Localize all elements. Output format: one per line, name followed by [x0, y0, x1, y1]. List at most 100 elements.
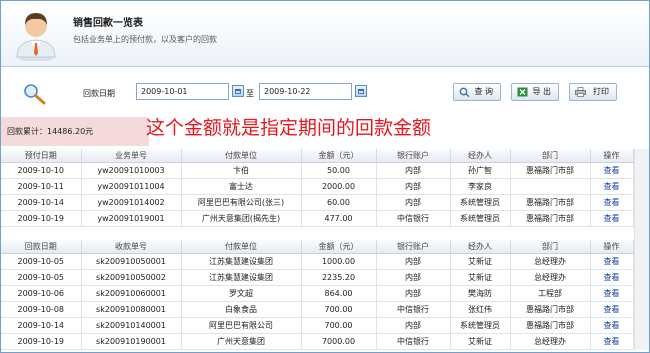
table-cell: 内部	[376, 194, 451, 211]
query-button-label: 查 询	[474, 87, 493, 96]
search-icon	[459, 87, 470, 97]
table-cell: 张红伟	[450, 301, 511, 318]
column-header: 操作	[590, 240, 634, 254]
table-cell: 内部	[376, 269, 451, 286]
column-header: 银行账户	[376, 240, 451, 254]
table-header-row: 预付日期 业务单号 付款单位 金额（元） 银行账户 经办人 部门 操作	[1, 149, 634, 163]
table-cell: 樊海防	[450, 285, 511, 302]
table-cell: 内部	[376, 317, 451, 334]
table-row: 2009-10-14 sk200910140001 阿里巴巴有限公司 700.00 内部…	[1, 317, 634, 334]
column-header: 付款单位	[181, 240, 302, 254]
table-cell: 卞伯	[181, 162, 302, 179]
view-link[interactable]: 查看	[590, 333, 634, 350]
table-cell: 李家良	[450, 178, 511, 195]
table-cell: 2009-10-10	[1, 162, 82, 179]
table-cell: 富士达	[181, 178, 302, 195]
end-date-input[interactable]	[259, 83, 352, 100]
view-link[interactable]: 查看	[590, 178, 634, 195]
table-cell: 惠福路门市部	[510, 210, 591, 227]
table-cell: sk200910080001	[81, 301, 182, 318]
export-button-label: 导 出	[532, 87, 551, 96]
table-header-row: 回款日期 收款单号 付款单位 金额（元） 银行账户 经办人 部门 操作	[1, 240, 634, 254]
export-button[interactable]: 导 出	[511, 83, 559, 101]
page-header: 销售回款一览表 包括业务单上的预付款，以及客户的回款	[1, 1, 649, 67]
table-cell: 7000.00	[301, 333, 377, 350]
print-button-label: 打印	[593, 87, 609, 96]
table-row: 2009-10-05 sk200910050001 江苏集慧建设集团 1000.00 内…	[1, 253, 634, 270]
user-avatar-icon	[16, 13, 56, 61]
prepayment-table: 预付日期 业务单号 付款单位 金额（元） 银行账户 经办人 部门 操作 2009-10-10 y…	[1, 149, 634, 227]
print-button[interactable]: 打印	[569, 83, 617, 101]
table-cell: 惠福路门市部	[510, 194, 591, 211]
table-cell: 江苏集慧建设集团	[181, 269, 302, 286]
table-cell: 惠福路门市部	[510, 301, 591, 318]
table-cell: 700.00	[301, 317, 377, 334]
end-calendar-icon[interactable]	[355, 85, 367, 97]
table-cell: 内部	[376, 162, 451, 179]
table-cell: 罗文超	[181, 285, 302, 302]
view-link[interactable]: 查看	[590, 269, 634, 286]
annotation-text: 这个金额就是指定期间的回款金额	[146, 117, 432, 139]
column-header: 部门	[510, 149, 591, 163]
column-header: 经办人	[450, 149, 511, 163]
table-cell: 2009-10-19	[1, 333, 82, 350]
view-link[interactable]: 查看	[590, 301, 634, 318]
summary-bar: 回款累计：14486.20元	[1, 117, 149, 146]
table-cell: 惠福路门市部	[510, 162, 591, 179]
table-cell: 总经理办	[510, 253, 591, 270]
view-link[interactable]: 查看	[590, 285, 634, 302]
page-subtitle: 包括业务单上的预付款，以及客户的回款	[73, 35, 217, 44]
table-cell: 广州天意集团(揭先生)	[181, 210, 302, 227]
view-link[interactable]: 查看	[590, 317, 634, 334]
column-header: 操作	[590, 149, 634, 163]
date-range-label: 回款日期	[83, 89, 115, 98]
table-cell: 内部	[376, 253, 451, 270]
total-receipts-text: 回款累计：14486.20元	[7, 127, 94, 136]
table-cell: 2009-10-19	[1, 210, 82, 227]
table-cell: 白象食品	[181, 301, 302, 318]
table-cell: 总经理办	[510, 269, 591, 286]
table-cell: 系统管理员	[450, 210, 511, 227]
table-row: 2009-10-11 yw20091011004 富士达 2000.00 内部 李家良 查看	[1, 178, 634, 195]
table-cell: sk200910050002	[81, 269, 182, 286]
view-link[interactable]: 查看	[590, 162, 634, 179]
column-header: 经办人	[450, 240, 511, 254]
table-cell: 中信银行	[376, 301, 451, 318]
table-cell: 孙广智	[450, 162, 511, 179]
table-cell: 广州天意集团	[181, 333, 302, 350]
table-cell: 1000.00	[301, 253, 377, 270]
table-cell: 艾新证	[450, 333, 511, 350]
column-header: 金额（元）	[301, 149, 377, 163]
table-cell: 艾新证	[450, 269, 511, 286]
view-link[interactable]: 查看	[590, 194, 634, 211]
table-cell: 阿里巴巴有限公司	[181, 317, 302, 334]
query-button[interactable]: 查 询	[453, 83, 501, 101]
column-header: 业务单号	[81, 149, 182, 163]
table-cell: 2009-10-14	[1, 194, 82, 211]
start-date-input[interactable]	[136, 83, 229, 100]
table-cell: 内部	[376, 178, 451, 195]
start-calendar-icon[interactable]	[232, 85, 244, 97]
table-row: 2009-10-19 sk200910190001 广州天意集团 7000.00 中信银…	[1, 333, 634, 350]
column-header: 收款单号	[81, 240, 182, 254]
table-cell: sk200910190001	[81, 333, 182, 350]
table-cell: 477.00	[301, 210, 377, 227]
column-header: 回款日期	[1, 240, 82, 254]
printer-icon	[575, 87, 586, 97]
view-link[interactable]: 查看	[590, 253, 634, 270]
table-cell: 700.00	[301, 301, 377, 318]
table-cell: yw20091014002	[81, 194, 182, 211]
table-cell: 中信银行	[376, 210, 451, 227]
table-cell	[510, 178, 591, 195]
table-cell: 2009-10-05	[1, 269, 82, 286]
table-cell: sk200910050001	[81, 253, 182, 270]
column-header: 付款单位	[181, 149, 302, 163]
table-cell: 50.00	[301, 162, 377, 179]
column-header: 金额（元）	[301, 240, 377, 254]
vertical-scrollbar[interactable]	[634, 149, 649, 350]
view-link[interactable]: 查看	[590, 210, 634, 227]
table-cell: yw20091011004	[81, 178, 182, 195]
table-cell: 系统管理员	[450, 194, 511, 211]
table-row: 2009-10-10 yw20091010003 卞伯 50.00 内部 孙广智 惠福路门市…	[1, 162, 634, 179]
table-cell: 内部	[376, 285, 451, 302]
